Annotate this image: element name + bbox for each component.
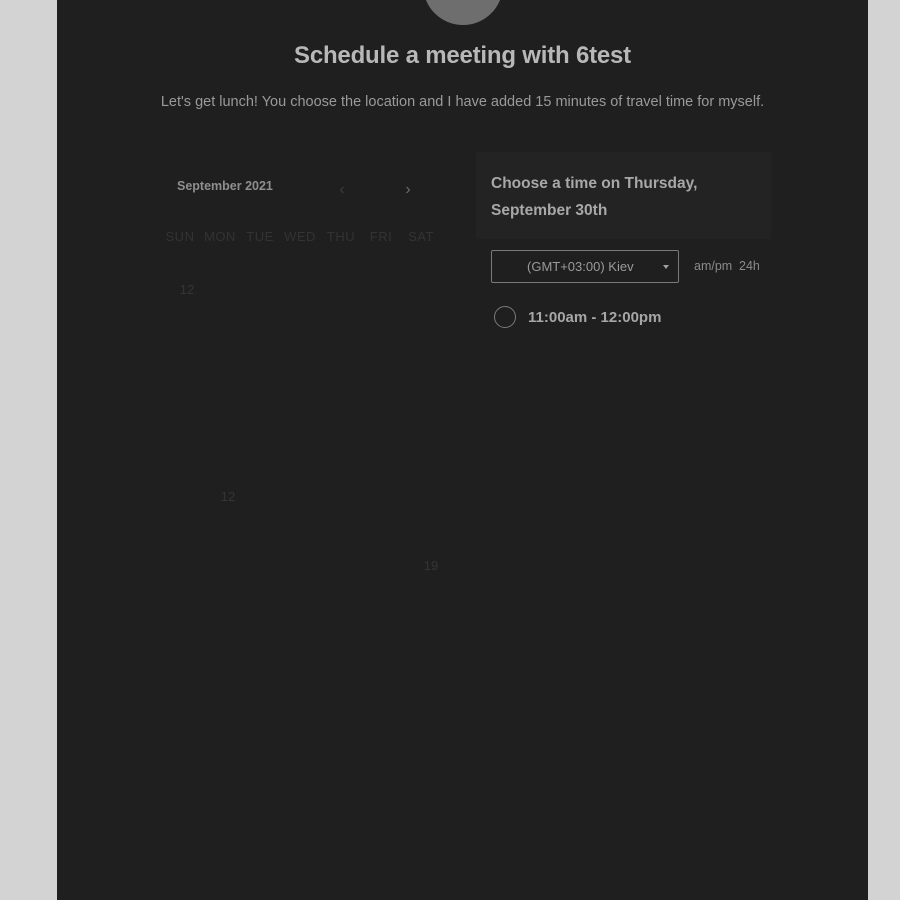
timezone-value: (GMT+03:00) Kiev bbox=[527, 259, 634, 274]
calendar-day[interactable]: 12 bbox=[172, 282, 202, 297]
calendar-day[interactable]: 19 bbox=[416, 558, 446, 573]
chevron-right-icon[interactable]: › bbox=[398, 180, 418, 200]
weekday-wed: WED bbox=[284, 229, 316, 244]
page-description: Let's get lunch! You choose the location… bbox=[160, 94, 765, 110]
weekday-mon: MON bbox=[204, 229, 236, 244]
weekday-thu: THU bbox=[326, 229, 356, 244]
time-slot-label[interactable]: 11:00am - 12:00pm bbox=[528, 309, 661, 326]
format-24h-toggle[interactable]: 24h bbox=[739, 259, 760, 273]
calendar-day[interactable]: 12 bbox=[213, 489, 243, 504]
timezone-select[interactable]: (GMT+03:00) Kiev bbox=[491, 250, 679, 283]
weekday-fri: FRI bbox=[369, 229, 393, 244]
caret-down-icon bbox=[663, 265, 669, 269]
chevron-left-icon[interactable]: ‹ bbox=[332, 180, 352, 200]
weekday-sat: SAT bbox=[408, 229, 434, 244]
format-ampm-toggle[interactable]: am/pm bbox=[694, 259, 732, 273]
weekday-tue: TUE bbox=[246, 229, 274, 244]
page-title: Schedule a meeting with 6test bbox=[294, 42, 631, 69]
time-slot-radio[interactable] bbox=[494, 306, 516, 328]
weekday-sun: SUN bbox=[165, 229, 195, 244]
calendar-month-label: September 2021 bbox=[177, 179, 273, 193]
time-panel-heading: Choose a time on Thursday, September 30t… bbox=[491, 175, 698, 219]
scheduling-panel bbox=[57, 0, 868, 900]
